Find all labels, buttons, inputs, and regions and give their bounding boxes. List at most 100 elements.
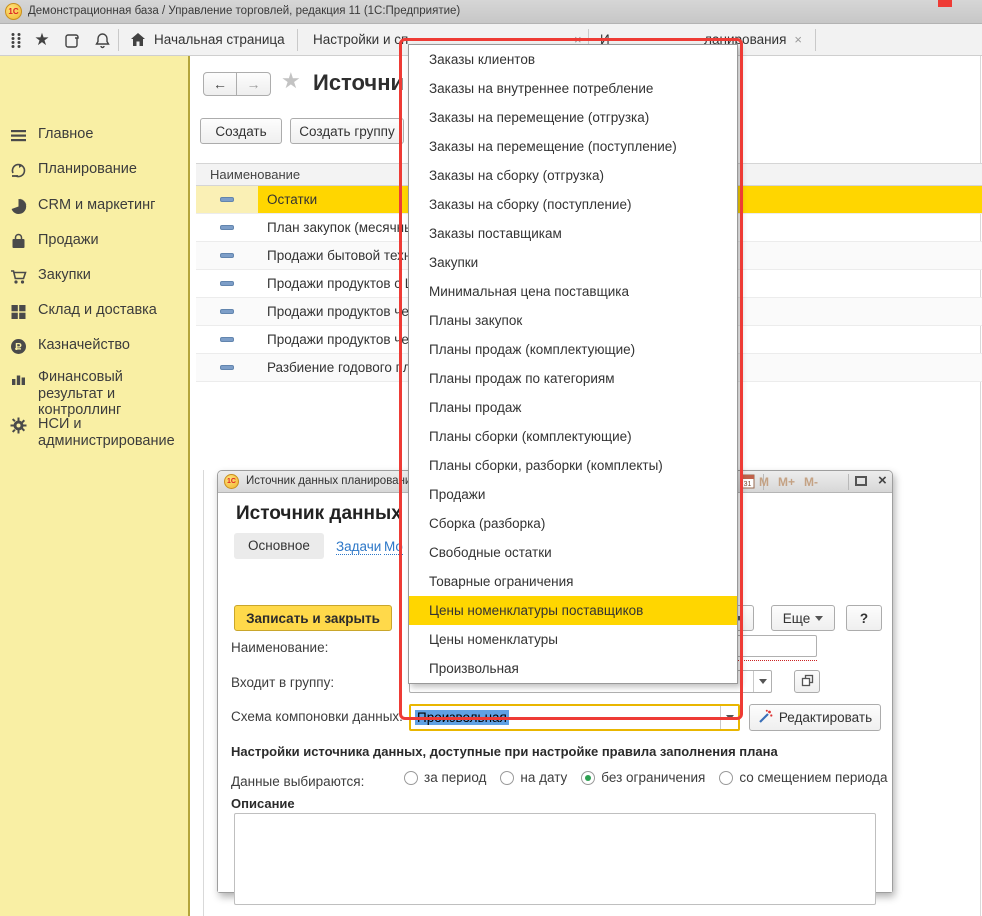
list-element-icon	[196, 186, 258, 213]
list-element-icon	[196, 298, 258, 325]
sidebar-item[interactable]: CRM и маркетинг	[0, 197, 186, 214]
favorite-star-icon[interactable]: ★	[281, 68, 301, 94]
dropdown-item[interactable]: Товарные ограничения	[409, 567, 737, 596]
favorites-star-icon[interactable]: ★	[32, 31, 52, 49]
memory-button[interactable]: M+	[778, 475, 795, 489]
dropdown-item[interactable]: Продажи	[409, 480, 737, 509]
dropdown-item[interactable]: Заказы поставщикам	[409, 219, 737, 248]
list-element-icon	[196, 242, 258, 269]
help-button[interactable]: ?	[846, 605, 882, 631]
radio-icon[interactable]	[500, 771, 514, 785]
maximize-icon[interactable]	[855, 476, 867, 486]
dropdown-item[interactable]: Заказы клиентов	[409, 45, 737, 74]
radio-option[interactable]: со смещением периода	[719, 770, 887, 785]
description-label: Описание	[231, 796, 295, 811]
memory-button[interactable]: M-	[804, 475, 818, 489]
sidebar-item-label: Продажи	[38, 232, 180, 249]
crm-pie-icon	[10, 198, 27, 215]
sidebar-item[interactable]: Продажи	[0, 232, 186, 249]
treasury-ruble-icon: Р	[10, 338, 27, 355]
radio-option-label: без ограничения	[601, 770, 705, 785]
forward-button[interactable]: →	[237, 72, 271, 96]
finance-bars-icon	[10, 370, 27, 387]
radio-option-label: со смещением периода	[739, 770, 887, 785]
calendar-icon[interactable]: 31	[740, 474, 757, 490]
schema-dropdown-list: Заказы клиентовЗаказы на внутреннее потр…	[408, 44, 738, 684]
sidebar-item[interactable]: Главное	[0, 126, 186, 143]
open-group-button[interactable]	[794, 670, 820, 693]
sidebar-item[interactable]: Планирование	[0, 161, 186, 178]
sidebar-item[interactable]: НСИ и администрирование	[0, 416, 186, 449]
name-field-label: Наименование:	[231, 640, 328, 655]
back-button[interactable]: ←	[203, 72, 237, 96]
schema-selected-value: Произвольная	[415, 710, 509, 725]
list-element-icon	[196, 214, 258, 241]
tab-home[interactable]: Начальная страница	[120, 24, 296, 55]
dialog-tab-tasks[interactable]: Задачи	[336, 539, 381, 555]
save-and-close-button[interactable]: Записать и закрыть	[234, 605, 392, 631]
dropdown-item[interactable]: Цены номенклатуры поставщиков	[409, 596, 737, 625]
notifications-bell-icon[interactable]	[92, 31, 112, 49]
more-button-label: Еще	[783, 611, 810, 626]
description-textarea[interactable]	[234, 813, 876, 905]
tab-home-label: Начальная страница	[154, 32, 285, 47]
chevron-down-icon[interactable]	[720, 706, 738, 729]
memory-button[interactable]: M	[759, 475, 769, 489]
dropdown-item[interactable]: Закупки	[409, 248, 737, 277]
schema-field-label: Схема компоновки данных:	[231, 709, 403, 724]
chevron-down-icon[interactable]	[753, 671, 771, 692]
close-icon[interactable]: ×	[878, 472, 887, 489]
dialog-tab-more[interactable]: Мо	[384, 539, 403, 555]
dialog-title: Источник данных планировани	[246, 475, 411, 487]
dropdown-item[interactable]: Заказы на внутреннее потребление	[409, 74, 737, 103]
dropdown-item[interactable]: Заказы на перемещение (отгрузка)	[409, 103, 737, 132]
sidebar-item-label: Финансовый результат и контроллинг	[38, 369, 180, 419]
data-select-label: Данные выбираются:	[231, 774, 364, 789]
gear-icon	[10, 417, 27, 434]
radio-icon[interactable]	[404, 771, 418, 785]
dropdown-item[interactable]: Минимальная цена поставщика	[409, 277, 737, 306]
dropdown-item[interactable]: Планы продаж по категориям	[409, 364, 737, 393]
tab-settings-label: Настройки и сп	[313, 32, 408, 47]
1c-app-icon: 1С	[5, 3, 22, 20]
dropdown-item[interactable]: Заказы на перемещение (поступление)	[409, 132, 737, 161]
dropdown-item[interactable]: Планы продаж	[409, 393, 737, 422]
radio-option[interactable]: за период	[404, 770, 486, 785]
dropdown-item[interactable]: Заказы на сборку (отгрузка)	[409, 161, 737, 190]
tabbar-separator	[297, 29, 298, 51]
tab-close-icon[interactable]: ×	[794, 32, 802, 47]
dropdown-item[interactable]: Планы сборки (комплектующие)	[409, 422, 737, 451]
create-group-button[interactable]: Создать группу	[290, 118, 404, 144]
radio-option[interactable]: на дату	[500, 770, 567, 785]
list-element-icon	[196, 270, 258, 297]
dropdown-item[interactable]: Цены номенклатуры	[409, 625, 737, 654]
svg-text:31: 31	[744, 481, 752, 488]
tabbar-separator	[815, 29, 816, 51]
titlebar-separator	[848, 474, 849, 490]
group-field-label: Входит в группу:	[231, 675, 334, 690]
create-button[interactable]: Создать	[200, 118, 282, 144]
dropdown-item[interactable]: Планы сборки, разборки (комплекты)	[409, 451, 737, 480]
sidebar-item[interactable]: Склад и доставка	[0, 302, 186, 319]
purchases-cart-icon	[10, 268, 27, 285]
dropdown-item[interactable]: Сборка (разборка)	[409, 509, 737, 538]
service-menu-icon[interactable]	[6, 31, 26, 49]
dropdown-item[interactable]: Заказы на сборку (поступление)	[409, 190, 737, 219]
sidebar-item[interactable]: РКазначейство	[0, 337, 186, 354]
radio-option[interactable]: без ограничения	[581, 770, 705, 785]
chevron-down-icon	[815, 616, 823, 621]
dropdown-item[interactable]: Планы продаж (комплектующие)	[409, 335, 737, 364]
planning-icon	[10, 162, 27, 179]
dropdown-item[interactable]: Планы закупок	[409, 306, 737, 335]
edit-schema-button[interactable]: Редактировать	[749, 704, 881, 731]
sidebar-item[interactable]: Финансовый результат и контроллинг	[0, 369, 186, 419]
dropdown-item[interactable]: Произвольная	[409, 654, 737, 683]
more-button[interactable]: Еще	[771, 605, 835, 631]
history-scroll-icon[interactable]	[62, 31, 82, 49]
dropdown-item[interactable]: Свободные остатки	[409, 538, 737, 567]
schema-combo-input[interactable]: Произвольная	[409, 704, 740, 731]
radio-selected-icon[interactable]	[581, 771, 595, 785]
dialog-tab-main[interactable]: Основное	[234, 533, 324, 559]
radio-icon[interactable]	[719, 771, 733, 785]
sidebar-item[interactable]: Закупки	[0, 267, 186, 284]
